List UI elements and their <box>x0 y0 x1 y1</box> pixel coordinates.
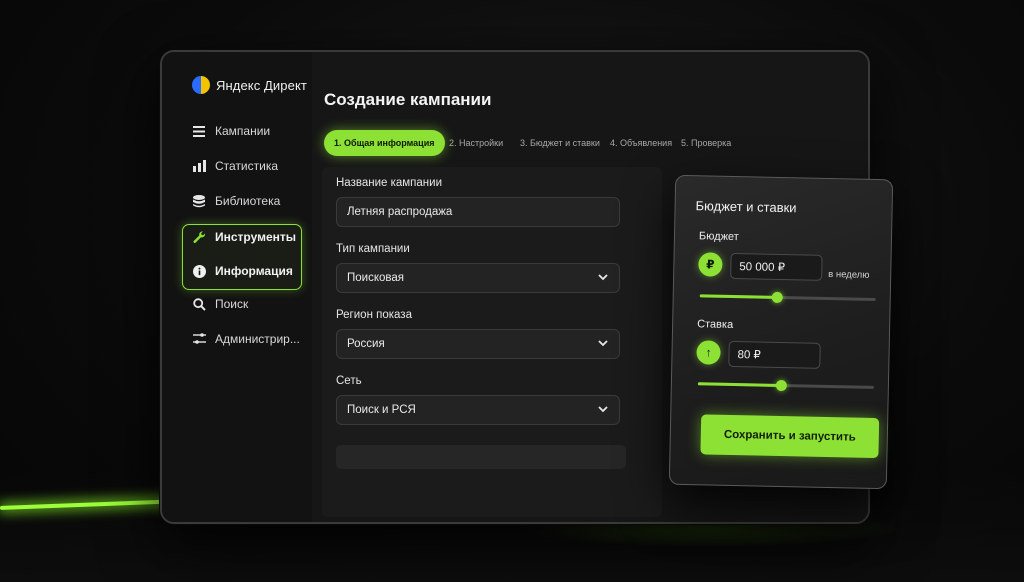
tab-settings[interactable]: 2. Настройки <box>449 130 503 156</box>
database-icon <box>192 194 206 208</box>
sidebar-item-tools[interactable]: Инструменты <box>192 230 296 244</box>
bid-input[interactable]: 80 ₽ <box>728 340 821 369</box>
empty-field[interactable] <box>336 445 626 469</box>
tab-budget[interactable]: 3. Бюджет и ставки <box>520 130 600 156</box>
search-icon <box>192 297 206 311</box>
logo[interactable]: Яндекс Директ <box>192 76 307 94</box>
chevron-down-icon <box>598 274 608 281</box>
tab-ads[interactable]: 4. Объявления <box>610 130 672 156</box>
sidebar-item-statistics[interactable]: Статистика <box>192 159 278 173</box>
bid-slider-fill <box>697 382 781 388</box>
network-select[interactable]: Поиск и РСЯ <box>336 395 620 425</box>
sidebar-item-label: Библиотека <box>215 194 281 208</box>
save-and-launch-button[interactable]: Сохранить и запустить <box>700 414 880 459</box>
budget-input[interactable]: 50 000 ₽ <box>730 252 823 281</box>
menu-list-icon <box>192 124 206 138</box>
scene: Яндекс Директ Кампании Статистика Библио… <box>0 0 1024 582</box>
tab-general-info[interactable]: 1. Общая информация <box>324 130 445 156</box>
region-select[interactable]: Россия <box>336 329 620 359</box>
region-label: Регион показа <box>336 309 412 321</box>
sidebar-item-label: Информация <box>215 264 293 278</box>
wrench-icon <box>192 230 206 244</box>
budget-slider[interactable] <box>699 291 876 304</box>
budget-value: 50 000 ₽ <box>739 261 786 275</box>
bar-chart-icon <box>192 159 206 173</box>
sidebar-item-label: Администрир... <box>215 332 300 346</box>
sidebar: Яндекс Директ Кампании Статистика Библио… <box>162 52 313 522</box>
tab-review[interactable]: 5. Проверка <box>681 130 731 156</box>
budget-slider-fill <box>699 294 778 299</box>
sidebar-item-label: Статистика <box>215 159 279 173</box>
page-title: Создание кампании <box>324 90 492 109</box>
campaign-name-value: Летняя распродажа <box>347 206 453 218</box>
budget-card-title: Бюджет и ставки <box>695 198 797 216</box>
sidebar-item-campaigns[interactable]: Кампании <box>192 124 270 138</box>
yandex-logo-icon <box>192 76 210 94</box>
info-icon <box>192 264 206 278</box>
sidebar-item-info[interactable]: Информация <box>192 264 293 278</box>
bid-value: 80 ₽ <box>737 349 761 362</box>
budget-label: Бюджет <box>698 230 739 244</box>
campaign-name-input[interactable]: Летняя распродажа <box>336 197 620 227</box>
sidebar-item-search[interactable]: Поиск <box>192 297 248 311</box>
bid-slider[interactable] <box>697 379 874 392</box>
settings-sliders-icon <box>192 332 206 346</box>
budget-card: Бюджет и ставки Бюджет ₽ 50 000 ₽ в неде… <box>668 174 894 490</box>
network-value: Поиск и РСЯ <box>347 404 416 416</box>
campaign-form: Название кампании Летняя распродажа Тип … <box>322 167 662 517</box>
chevron-down-icon <box>598 340 608 347</box>
bid-label: Ставка <box>697 318 734 331</box>
budget-period: в неделю <box>828 268 870 281</box>
campaign-type-value: Поисковая <box>347 272 404 284</box>
chevron-down-icon <box>598 406 608 413</box>
region-value: Россия <box>347 338 385 350</box>
ruble-icon: ₽ <box>698 252 723 277</box>
campaign-type-label: Тип кампании <box>336 243 410 255</box>
budget-slider-thumb[interactable] <box>772 291 784 304</box>
campaign-name-label: Название кампании <box>336 177 442 189</box>
network-label: Сеть <box>336 375 362 387</box>
sidebar-item-label: Поиск <box>215 297 249 311</box>
arrow-up-icon: ↑ <box>696 340 721 365</box>
sidebar-item-admin[interactable]: Администрир... <box>192 332 300 346</box>
logo-text: Яндекс Директ <box>216 77 307 93</box>
sidebar-item-library[interactable]: Библиотека <box>192 194 280 208</box>
sidebar-item-label: Кампании <box>215 124 271 138</box>
bid-slider-thumb[interactable] <box>775 379 787 392</box>
campaign-type-select[interactable]: Поисковая <box>336 263 620 293</box>
sidebar-item-label: Инструменты <box>215 230 297 244</box>
